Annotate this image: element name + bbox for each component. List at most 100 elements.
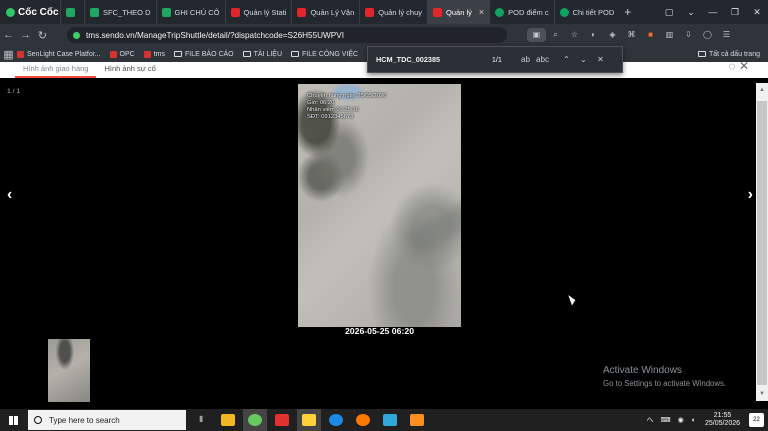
clock[interactable]: 21:55 25/05/2026: [701, 412, 744, 428]
close-tab-icon[interactable]: ×: [479, 7, 484, 17]
bookmark-tms[interactable]: tms: [143, 50, 165, 58]
bookmark-file-bao-cao[interactable]: FILE BÁO CÁO: [174, 51, 234, 58]
profile-icon[interactable]: ◯: [698, 28, 717, 42]
tab-delivery-images[interactable]: Hình ảnh giao hàng: [15, 62, 97, 78]
green-sheet-icon: [66, 7, 75, 17]
tab-active-quan-ly[interactable]: Quản lý ×: [427, 0, 490, 24]
bookmark-star-icon[interactable]: ☆: [565, 28, 584, 42]
sticky-notes-icon[interactable]: [297, 409, 321, 431]
secure-site-icon: [73, 31, 80, 39]
mouse-pointer-icon: [568, 293, 577, 306]
red-shield-icon: [365, 7, 375, 17]
blue-app-icon[interactable]: [378, 409, 402, 431]
restore-icon[interactable]: ❐: [724, 7, 746, 18]
whole-word-button[interactable]: abc: [534, 55, 551, 64]
folder-icon: [242, 51, 251, 57]
scroll-up-icon[interactable]: ▲: [759, 87, 765, 93]
folder-icon: [698, 51, 707, 57]
coc-coc-taskbar-icon[interactable]: [243, 409, 267, 431]
tab-spreadsheet-0[interactable]: [60, 0, 84, 24]
volume-icon[interactable]: ◖: [691, 417, 695, 424]
next-match-icon[interactable]: ⌄: [575, 55, 592, 64]
image-thumbnail[interactable]: [48, 339, 90, 402]
moon-icon[interactable]: ◐: [584, 28, 603, 42]
match-case-button[interactable]: ab: [517, 55, 534, 64]
photo-overlay-line-2: Giờ: 06:20: [307, 100, 335, 106]
flame-app-icon[interactable]: [405, 409, 429, 431]
find-in-page-bar: HCM_TDC_002385 1/1 ab abc ⌃ ⌄ ✕: [367, 46, 623, 73]
zoom-icon[interactable]: ⌕: [546, 28, 565, 42]
input-language-icon[interactable]: ⌨: [661, 416, 671, 424]
tab-quan-ly-stati[interactable]: Quản lý Stati: [224, 0, 292, 24]
bookmark-file-cong-viec[interactable]: FILE CÔNG VIỆC: [291, 51, 358, 58]
screenshot-icon[interactable]: ▢: [658, 7, 680, 18]
previous-image-icon[interactable]: ‹: [7, 186, 12, 204]
tab-ghi-chu[interactable]: GHI CHÚ CÔ: [155, 0, 225, 24]
next-image-icon[interactable]: ›: [748, 186, 753, 204]
scroll-thumb[interactable]: [757, 101, 767, 385]
image-page-counter: 1 / 1: [7, 88, 21, 95]
wps-icon[interactable]: [270, 409, 294, 431]
red-shield-icon: [297, 7, 307, 17]
close-window-icon[interactable]: ✕: [746, 7, 768, 18]
bookmark-opc[interactable]: OPC: [109, 50, 135, 58]
close-find-icon[interactable]: ✕: [592, 55, 609, 64]
download-icon[interactable]: ⇩: [679, 28, 698, 42]
tab-chi-tiet-pod[interactable]: Chi tiết POD: [553, 0, 620, 24]
all-bookmarks[interactable]: Tất cả dấu trang: [698, 51, 760, 58]
tab-sfc-theo[interactable]: SFC_THEO D: [84, 0, 156, 24]
start-button[interactable]: [0, 409, 26, 431]
tab-search-icon[interactable]: ⌄: [680, 7, 702, 18]
minimize-icon[interactable]: —: [702, 7, 724, 17]
extensions-icon[interactable]: ⌘: [622, 28, 641, 42]
bookmark-tai-lieu[interactable]: TÀI LIỆU: [242, 51, 282, 58]
previous-match-icon[interactable]: ⌃: [558, 55, 575, 64]
tab-incident-images[interactable]: Hình ảnh sự cố: [96, 62, 163, 78]
find-result-count: 1/1: [491, 55, 502, 64]
zalo-icon[interactable]: [324, 409, 348, 431]
file-explorer-icon[interactable]: [216, 409, 240, 431]
photo-overlay-line-1: Chuyến hàng ngày 25/05/2026: [307, 93, 387, 99]
pod-image-viewer: Hình ảnh giao hàng Hình ảnh sự cố ◌ ✕ 1 …: [0, 59, 768, 402]
folder-icon: [291, 51, 300, 57]
coc-coc-brand[interactable]: Cốc Cốc: [0, 7, 60, 18]
network-icon[interactable]: ◉: [678, 416, 684, 424]
back-button[interactable]: ←: [0, 29, 17, 41]
menu-icon[interactable]: ☰: [717, 28, 736, 42]
taskbar-search[interactable]: Type here to search: [28, 410, 186, 430]
address-bar[interactable]: tms.sendo.vn/ManageTripShuttle/detail/?d…: [67, 27, 507, 43]
browser-tab-bar: Cốc Cốc SFC_THEO D GHI CHÚ CÔ Quản lý St…: [0, 0, 768, 24]
viewer-refresh-icon[interactable]: ◌: [728, 59, 735, 73]
page-scrollbar[interactable]: ▲ ▼: [756, 83, 768, 401]
viewer-top-actions: ◌ ✕: [728, 59, 749, 73]
page-find-icon[interactable]: ▣: [527, 28, 546, 42]
orange-extension-icon[interactable]: ■: [641, 28, 660, 42]
new-tab-button[interactable]: +: [624, 5, 631, 19]
photo-timestamp: 2026-05-25 06:20: [344, 326, 415, 336]
red-bookmark-icon: [109, 50, 117, 58]
tab-quan-ly-chuy[interactable]: Quản lý chuy: [359, 0, 427, 24]
shield-icon[interactable]: ◈: [603, 28, 622, 42]
tab-pod-diem[interactable]: POD điểm c: [489, 0, 553, 24]
bookmark-senlight[interactable]: SenLight Case Platfor...: [17, 50, 101, 58]
viewer-close-icon[interactable]: ✕: [739, 59, 749, 73]
photo-overlay-line-4: SĐT: 0912345678: [307, 114, 354, 120]
tab-quan-ly-van[interactable]: Quản Lý Vận: [291, 0, 359, 24]
forward-button[interactable]: →: [17, 29, 34, 41]
red-bookmark-icon: [17, 50, 24, 58]
task-view-icon[interactable]: ⫴: [189, 409, 213, 431]
reload-button[interactable]: ↻: [34, 29, 51, 42]
apps-grid-icon[interactable]: ▦: [0, 48, 17, 61]
notifications-badge[interactable]: 22: [749, 413, 764, 427]
delivery-photo[interactable]: Chuyến hàng ngày 25/05/2026 Giờ: 06:20 N…: [298, 84, 461, 327]
green-circle-icon: [559, 7, 569, 17]
windows-taskbar: Type here to search ⫴ へ ⌨ ◉ ◖ 21:55 25/05…: [0, 409, 768, 431]
browser-brand-name: Cốc Cốc: [18, 6, 59, 18]
orange-app-icon[interactable]: [351, 409, 375, 431]
sidebar-icon[interactable]: ▥: [660, 28, 679, 42]
find-query-input[interactable]: HCM_TDC_002385: [368, 55, 468, 64]
windows-logo-icon: [8, 415, 18, 425]
green-sheet-icon: [90, 7, 99, 17]
tray-overflow-icon[interactable]: へ: [647, 415, 654, 425]
scroll-down-icon[interactable]: ▼: [759, 391, 765, 397]
